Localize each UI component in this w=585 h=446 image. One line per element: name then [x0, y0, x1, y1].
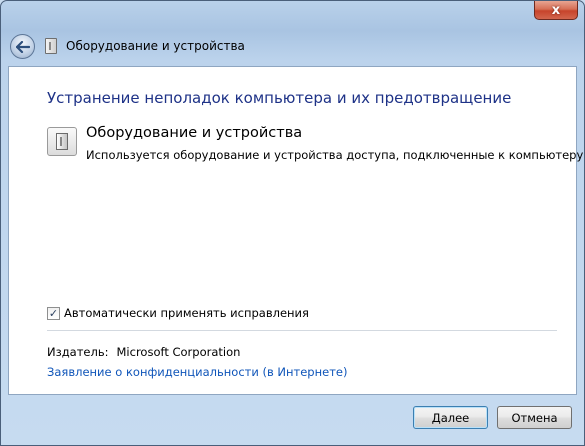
page-heading: Устранение неполадок компьютера и их пре… — [47, 89, 512, 107]
auto-fix-option[interactable]: ✓ Автоматически применять исправления — [47, 306, 309, 320]
navigation-bar: Оборудование и устройства — [1, 29, 584, 65]
divider — [47, 330, 557, 331]
troubleshooter-title: Оборудование и устройства — [86, 125, 303, 141]
privacy-statement-link[interactable]: Заявление о конфиденциальности (в Интерн… — [47, 365, 347, 379]
auto-fix-label[interactable]: Автоматически применять исправления — [64, 306, 309, 320]
window-title: Оборудование и устройства — [66, 39, 245, 53]
hardware-device-icon — [47, 127, 77, 156]
back-button[interactable] — [10, 34, 35, 59]
cancel-button[interactable]: Отмена — [497, 406, 572, 429]
checkmark-icon: ✓ — [48, 306, 59, 320]
back-arrow-icon — [15, 40, 30, 53]
troubleshooter-description: Используется оборудование и устройства д… — [86, 148, 585, 162]
next-button[interactable]: Далее — [413, 406, 488, 429]
publisher-label: Издатель: — [47, 345, 109, 359]
close-icon: x — [551, 2, 561, 18]
troubleshooter-window: x Оборудование и устройства Устранение н… — [0, 0, 585, 446]
content-panel: Устранение неполадок компьютера и их пре… — [8, 66, 584, 395]
publisher-info: Издатель: Microsoft Corporation — [47, 345, 240, 359]
close-button[interactable]: x — [534, 1, 578, 20]
hardware-device-icon — [45, 38, 57, 54]
publisher-value: Microsoft Corporation — [116, 345, 241, 359]
auto-fix-checkbox[interactable]: ✓ — [47, 306, 60, 320]
